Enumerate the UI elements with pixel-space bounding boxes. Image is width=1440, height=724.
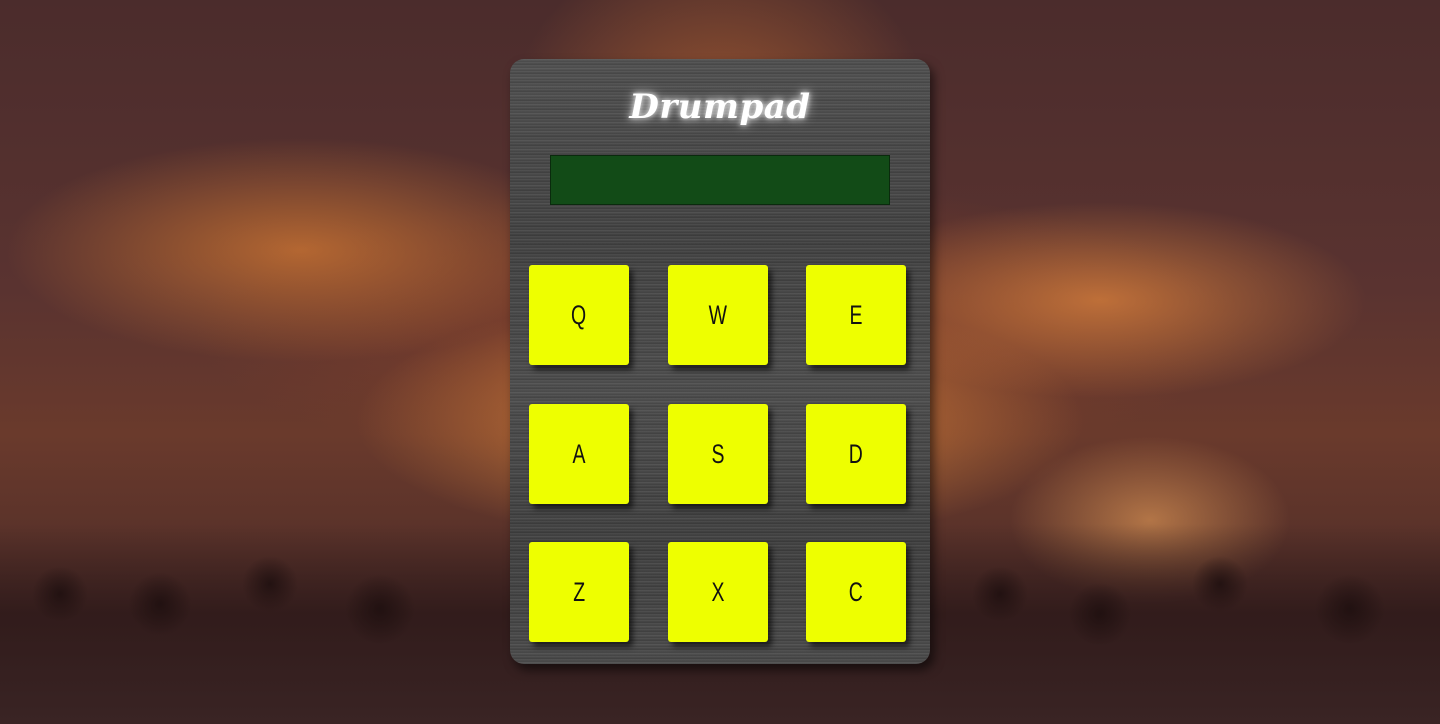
drum-pad-label: Q	[571, 299, 587, 330]
drum-pad-e[interactable]: E	[806, 265, 906, 365]
drum-pad-q[interactable]: Q	[529, 265, 629, 365]
drum-pad-label: W	[708, 299, 728, 330]
drum-pad-c[interactable]: C	[806, 542, 906, 642]
drum-pad-x[interactable]: X	[668, 542, 768, 642]
drum-pad-label: Z	[573, 576, 585, 607]
app-title: Drumpad	[629, 87, 811, 127]
drum-pad-label: D	[848, 438, 864, 469]
drum-pad-label: A	[572, 438, 586, 469]
drum-pad-label: C	[848, 576, 864, 607]
drum-pad-w[interactable]: W	[668, 265, 768, 365]
drum-pad-label: S	[711, 438, 725, 469]
drum-pad-z[interactable]: Z	[529, 542, 629, 642]
drum-pad-s[interactable]: S	[668, 404, 768, 504]
drum-machine-panel: Drumpad Q W E A S D Z X C	[510, 59, 930, 664]
drum-pad-label: X	[711, 576, 725, 607]
sound-display	[550, 155, 890, 205]
drum-pad-a[interactable]: A	[529, 404, 629, 504]
drum-pad-d[interactable]: D	[806, 404, 906, 504]
drum-pad-label: E	[849, 299, 863, 330]
